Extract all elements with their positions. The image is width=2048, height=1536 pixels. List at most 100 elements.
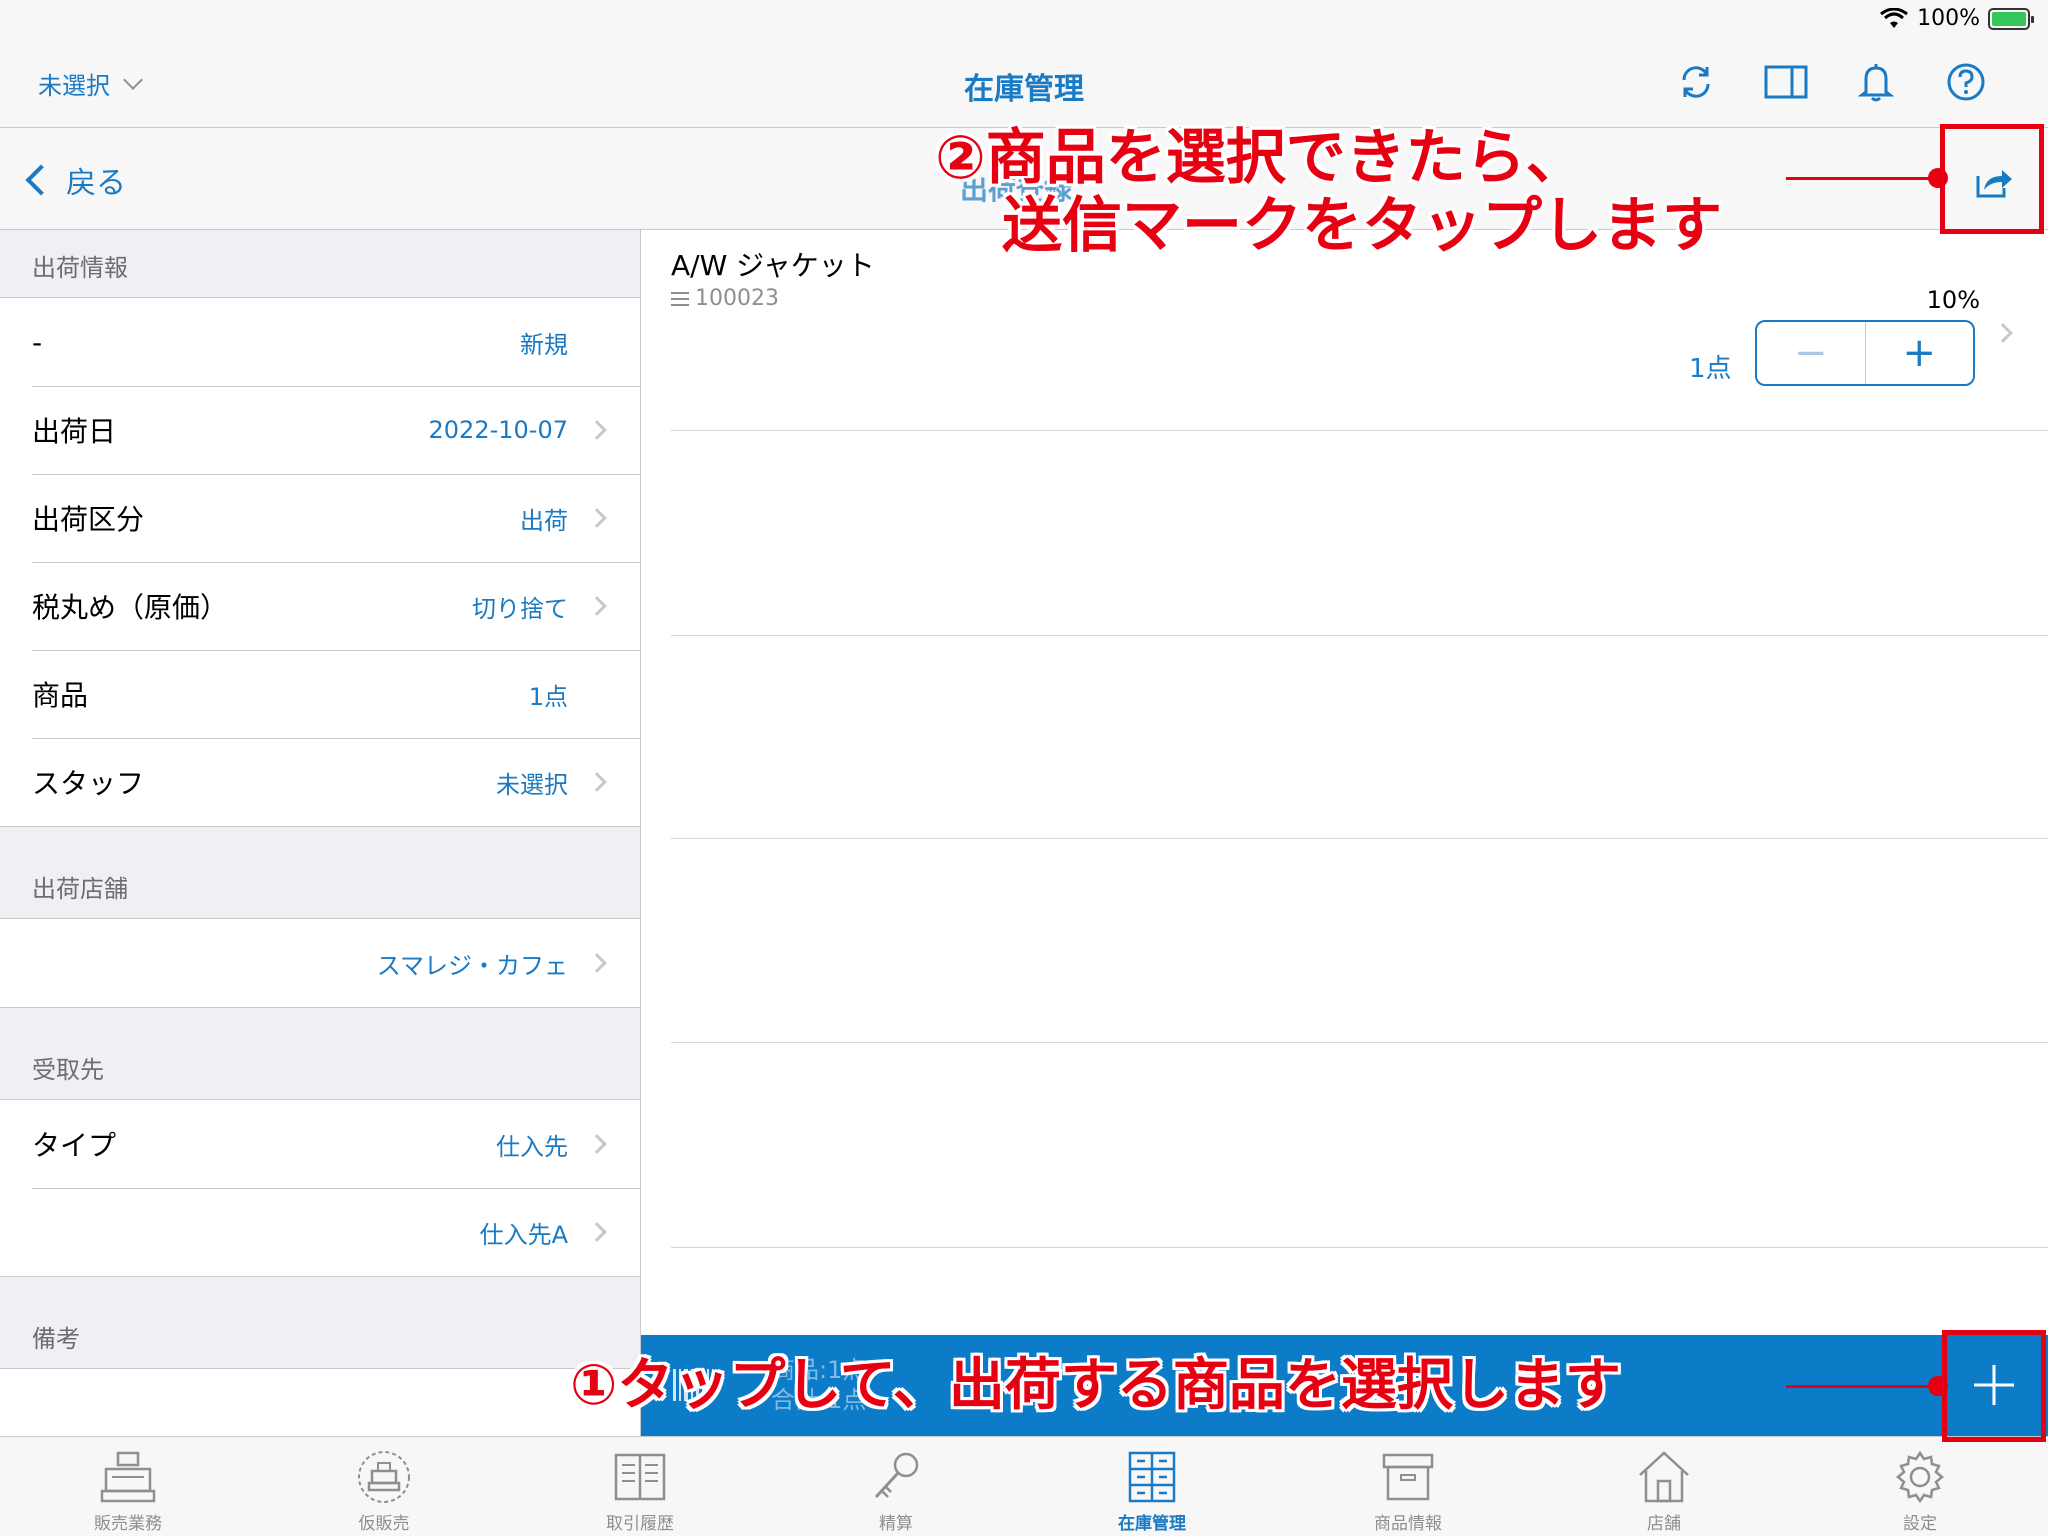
chevron-right-icon: [587, 508, 607, 528]
row-recipient-type[interactable]: タイプ 仕入先: [0, 1100, 640, 1188]
divider: [671, 1247, 2048, 1248]
chevron-right-icon: [587, 772, 607, 792]
row-value: 未選択: [496, 770, 568, 799]
history-book-icon: [614, 1453, 666, 1501]
barcode-lines-icon: [671, 291, 689, 306]
product-list: A/W ジャケット 100023 10% 1点 − +: [641, 230, 2048, 1335]
row-shipping-date[interactable]: 出荷日 2022-10-07: [0, 386, 640, 474]
row-label: スタッフ: [32, 767, 145, 800]
navigation-bar: 未選択 在庫管理: [0, 40, 2048, 128]
store-group: スマレジ・カフェ: [0, 919, 640, 1008]
split-view-icon: [1764, 65, 1808, 99]
refresh-icon: [1682, 66, 1710, 98]
quantity-stepper[interactable]: − +: [1755, 320, 1975, 386]
help-icon: [1947, 63, 1985, 101]
section-header-notes: 備考: [0, 1277, 640, 1369]
annotation-step2-line1: ②商品を選択できたら、: [935, 123, 1586, 193]
notifications-button[interactable]: [1854, 60, 1898, 104]
annotation-line-send: [1786, 177, 1936, 180]
wifi-icon: [1880, 7, 1909, 28]
increment-button[interactable]: +: [1866, 322, 1974, 384]
row-recipient-name[interactable]: 仕入先A: [0, 1188, 640, 1276]
divider: [671, 838, 2048, 839]
chevron-left-icon: [25, 164, 57, 196]
notes-group: [0, 1369, 640, 1446]
tab-label: 精算: [879, 1514, 913, 1534]
store-icon: [1639, 1451, 1689, 1503]
row-store[interactable]: スマレジ・カフェ: [0, 919, 640, 1007]
chevron-right-icon: [587, 420, 607, 440]
tab-label: 取引履歴: [606, 1514, 674, 1534]
shipping-info-group: - 新規 出荷日 2022-10-07 出荷区分 出荷 税丸め（原価） 切り捨て…: [0, 298, 640, 827]
tax-rate: 10%: [1926, 286, 1980, 314]
chevron-right-icon: [587, 596, 607, 616]
row-label: 税丸め（原価）: [32, 591, 229, 624]
row-tax-rounding[interactable]: 税丸め（原価） 切り捨て: [0, 562, 640, 650]
product-code: 100023: [671, 286, 779, 311]
split-view-button[interactable]: [1764, 60, 1808, 104]
annotation-line-add: [1786, 1385, 1936, 1388]
row-value: 切り捨て: [472, 594, 568, 623]
product-code-value: 100023: [695, 286, 779, 311]
tab-store[interactable]: 店舗: [1536, 1437, 1792, 1536]
chevron-right-icon: [1993, 323, 2013, 343]
product-box-icon: [1382, 1453, 1434, 1501]
tab-bar: 販売業務 仮販売 取引履歴 精算 在庫管理 商品情報 店舗 設定: [0, 1436, 2048, 1536]
divider: [671, 430, 2048, 431]
tab-settings[interactable]: 設定: [1792, 1437, 2048, 1536]
key-icon: [874, 1452, 919, 1499]
recipient-group: タイプ 仕入先 仕入先A: [0, 1100, 640, 1277]
status-indicators: 100%: [1879, 6, 2034, 31]
row-staff[interactable]: スタッフ 未選択: [0, 738, 640, 826]
battery-icon: [1988, 7, 2034, 30]
tab-inventory[interactable]: 在庫管理: [1024, 1437, 1280, 1536]
row-value: 1点: [528, 682, 568, 711]
annotation-box-add: [1942, 1330, 2046, 1442]
row-value: 出荷: [520, 506, 568, 535]
help-button[interactable]: [1944, 60, 1988, 104]
row-label: 出荷日: [32, 415, 117, 448]
divider: [671, 1042, 2048, 1043]
tab-temp-sales[interactable]: 仮販売: [256, 1437, 512, 1536]
row-products: 商品 1点: [0, 650, 640, 738]
row-label: 出荷区分: [32, 503, 145, 536]
tab-label: 設定: [1903, 1514, 1937, 1534]
temp-register-icon: [358, 1451, 410, 1503]
row-slip-number: - 新規: [0, 298, 640, 386]
battery-percent: 100%: [1917, 6, 1980, 31]
register-icon: [100, 1451, 156, 1503]
annotation-dot-send: [1928, 168, 1948, 188]
refresh-button[interactable]: [1674, 60, 1718, 104]
row-shipping-type[interactable]: 出荷区分 出荷: [0, 474, 640, 562]
chevron-right-icon: [587, 1134, 607, 1154]
row-label: -: [32, 325, 43, 359]
tab-settlement[interactable]: 精算: [768, 1437, 1024, 1536]
tab-history[interactable]: 取引履歴: [512, 1437, 768, 1536]
section-header-store: 出荷店舗: [0, 827, 640, 919]
shipment-form: 出荷情報 - 新規 出荷日 2022-10-07 出荷区分 出荷 税丸め（原価）…: [0, 230, 641, 1446]
row-value: スマレジ・カフェ: [376, 951, 568, 980]
chevron-right-icon: [587, 1222, 607, 1242]
annotation-box-send: [1940, 124, 2044, 234]
quantity-label: 1点: [1689, 354, 1732, 384]
tab-products[interactable]: 商品情報: [1280, 1437, 1536, 1536]
back-button[interactable]: 戻る: [20, 158, 126, 202]
tab-sales[interactable]: 販売業務: [0, 1437, 256, 1536]
back-label: 戻る: [66, 166, 126, 201]
section-header-recipient: 受取先: [0, 1008, 640, 1100]
annotation-step1: ①タップして、出荷する商品を選択します: [570, 1353, 1621, 1418]
row-value: 新規: [520, 330, 568, 359]
annotation-step2-line2: 送信マークをタップします: [1002, 191, 1722, 261]
decrement-button[interactable]: −: [1757, 322, 1866, 384]
inventory-icon: [1128, 1451, 1176, 1503]
section-header-shipping-info: 出荷情報: [0, 230, 640, 298]
status-bar: 100%: [0, 0, 2048, 40]
annotation-dot-add: [1928, 1376, 1948, 1396]
row-value: 仕入先A: [479, 1220, 568, 1249]
tab-label: 販売業務: [94, 1514, 162, 1534]
chevron-right-icon: [587, 953, 607, 973]
tab-label: 在庫管理: [1118, 1514, 1186, 1534]
row-label: 商品: [32, 679, 89, 712]
product-name: A/W ジャケット: [671, 249, 875, 282]
tab-label: 仮販売: [358, 1514, 410, 1534]
